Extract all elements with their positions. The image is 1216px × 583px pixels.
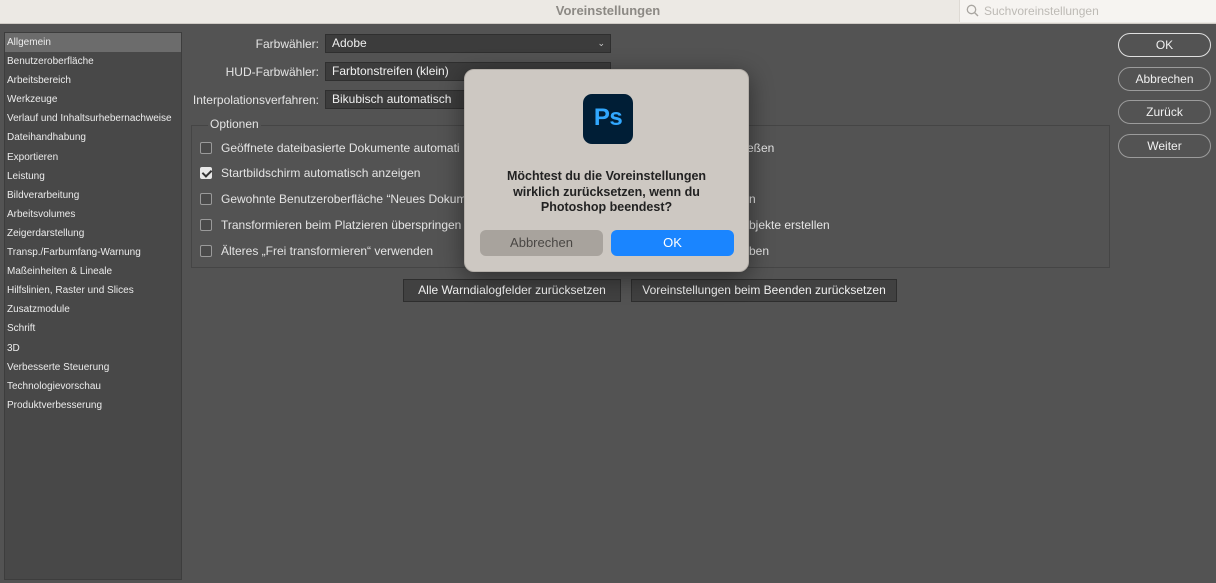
option-checkbox-start-screen[interactable] <box>200 167 212 179</box>
option-label-skip-transform: Transformieren beim Platzieren übersprin… <box>221 218 462 232</box>
option-label-right-4: rtobjekte erstellen <box>735 218 830 232</box>
sidebar-item-3d[interactable]: 3D <box>5 339 181 358</box>
option-label-legacy-new-doc: Gewohnte Benutzeroberfläche “Neues Dokum <box>221 192 467 206</box>
sidebar-item-produktverbesserung[interactable]: Produktverbesserung <box>5 396 181 415</box>
option-checkbox-skip-transform[interactable] <box>200 219 212 231</box>
option-label-right-3: n <box>749 192 756 206</box>
option-label-start-screen: Startbildschirm automatisch anzeigen <box>221 166 421 180</box>
preferences-sidebar: Allgemein Benutzeroberfläche Arbeitsbere… <box>4 32 182 580</box>
title-bar: Voreinstellungen <box>0 0 1216 24</box>
sidebar-item-leistung[interactable]: Leistung <box>5 167 181 186</box>
sidebar-item-allgemein[interactable]: Allgemein <box>5 33 181 53</box>
sidebar-item-werkzeuge[interactable]: Werkzeuge <box>5 90 181 109</box>
color-picker-label: Farbwähler: <box>255 37 319 51</box>
sidebar-item-benutzeroberflaeche[interactable]: Benutzeroberfläche <box>5 52 181 71</box>
sidebar-item-technologievorschau[interactable]: Technologievorschau <box>5 377 181 396</box>
sidebar-item-exportieren[interactable]: Exportieren <box>5 148 181 167</box>
search-input[interactable] <box>984 3 1209 19</box>
photoshop-icon-text: Ps <box>593 104 623 131</box>
sidebar-item-arbeitsvolumes[interactable]: Arbeitsvolumes <box>5 205 181 224</box>
interpolation-label: Interpolationsverfahren: <box>192 93 319 107</box>
sidebar-item-arbeitsbereich[interactable]: Arbeitsbereich <box>5 71 181 90</box>
hud-color-picker-label: HUD-Farbwähler: <box>225 65 319 79</box>
option-checkbox-auto-open[interactable] <box>200 142 212 154</box>
option-checkbox-legacy-free-transform[interactable] <box>200 245 212 257</box>
sidebar-item-schrift[interactable]: Schrift <box>5 319 181 338</box>
sidebar-item-masseinheiten[interactable]: Maßeinheiten & Lineale <box>5 262 181 281</box>
back-button[interactable]: Zurück <box>1118 100 1211 124</box>
sidebar-item-verbesserte-steuerung[interactable]: Verbesserte Steuerung <box>5 358 181 377</box>
hud-color-picker-value: Farbtonstreifen (klein) <box>332 64 449 78</box>
search-icon <box>966 4 979 17</box>
interpolation-value: Bikubisch automatisch <box>332 92 452 106</box>
dialog-ok-button[interactable]: OK <box>611 230 734 256</box>
cancel-button[interactable]: Abbrechen <box>1118 67 1211 91</box>
option-checkbox-legacy-new-doc[interactable] <box>200 193 212 205</box>
option-label-legacy-free-transform: Älteres „Frei transformieren“ verwenden <box>221 244 434 258</box>
option-label-right-5: ben <box>749 244 770 258</box>
ok-button[interactable]: OK <box>1118 33 1211 57</box>
reset-warnings-button[interactable]: Alle Warndialogfelder zurücksetzen <box>403 279 621 302</box>
dialog-cancel-button[interactable]: Abbrechen <box>480 230 603 256</box>
photoshop-app-icon: Ps <box>583 94 633 144</box>
reset-confirm-dialog: Ps Möchtest du die Voreinstellungen wirk… <box>464 69 749 272</box>
sidebar-item-bildverarbeitung[interactable]: Bildverarbeitung <box>5 186 181 205</box>
sidebar-item-verlauf[interactable]: Verlauf und Inhaltsurhebernachweise <box>5 109 181 128</box>
sidebar-item-hilfslinien[interactable]: Hilfslinien, Raster und Slices <box>5 281 181 300</box>
sidebar-item-transparenz[interactable]: Transp./Farbumfang-Warnung <box>5 243 181 262</box>
color-picker-value: Adobe <box>332 36 367 50</box>
dialog-message: Möchtest du die Voreinstellungen wirklic… <box>506 169 707 214</box>
option-label-auto-open: Geöffnete dateibasierte Dokumente automa… <box>221 141 460 155</box>
reset-prefs-button[interactable]: Voreinstellungen beim Beenden zurücksetz… <box>631 279 897 302</box>
sidebar-item-zeigerdarstellung[interactable]: Zeigerdarstellung <box>5 224 181 243</box>
color-picker-select[interactable]: Adobe ⌄ <box>325 34 611 53</box>
chevron-down-icon: ⌄ <box>597 38 605 48</box>
sidebar-item-dateihandhabung[interactable]: Dateihandhabung <box>5 128 181 147</box>
sidebar-item-zusatzmodule[interactable]: Zusatzmodule <box>5 300 181 319</box>
search-field[interactable] <box>959 0 1216 22</box>
next-button[interactable]: Weiter <box>1118 134 1211 158</box>
options-title: Optionen <box>208 117 261 131</box>
